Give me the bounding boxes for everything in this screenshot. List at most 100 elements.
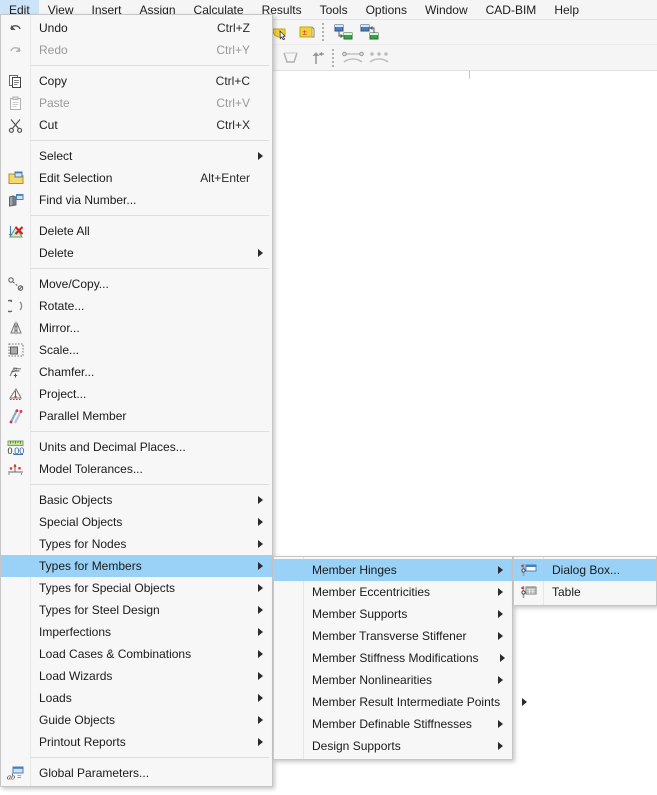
workspace-divider [469, 71, 470, 79]
menu-item-member-stiffness-modifications[interactable]: Member Stiffness Modifications [274, 647, 512, 669]
menu-item-table[interactable]: Table [514, 581, 656, 603]
edit-menu: Undo Ctrl+Z Redo Ctrl+Y Copy Ctrl+C Paste Ctrl+… [0, 14, 273, 787]
table-icon [514, 581, 543, 603]
menu-item-member-nonlinearities[interactable]: Member Nonlinearities [274, 669, 512, 691]
tolerances-icon [1, 458, 30, 480]
menu-item-label: Delete [39, 246, 74, 260]
menu-item-no-icon [1, 709, 30, 731]
menu-item-redo: Redo Ctrl+Y [1, 39, 272, 61]
menu-item-no-icon [1, 599, 30, 621]
submenu-arrow-icon [494, 720, 506, 728]
menu-item-special-objects[interactable]: Special Objects [1, 511, 272, 533]
menu-item-dialog-box[interactable]: Dialog Box... [514, 559, 656, 581]
menubar-item-tools[interactable]: Tools [311, 0, 357, 19]
menu-item-chamfer[interactable]: α Chamfer... [1, 361, 272, 383]
model-link-2-icon[interactable] [357, 21, 381, 43]
menu-item-shortcut: Ctrl+Y [216, 43, 250, 57]
menu-item-cut[interactable]: Cut Ctrl+X [1, 114, 272, 136]
menu-item-imperfections[interactable]: Imperfections [1, 621, 272, 643]
menu-item-types-for-special-objects[interactable]: Types for Special Objects [1, 577, 272, 599]
member-hinges-submenu: Dialog Box... Table [513, 556, 657, 606]
menu-item-project[interactable]: Project... [1, 383, 272, 405]
model-link-1-icon[interactable] [331, 21, 355, 43]
nodal-support-up-icon[interactable] [304, 47, 328, 69]
menu-item-rotate[interactable]: Rotate... [1, 295, 272, 317]
menu-item-units-and-decimal-places[interactable]: 0, 00 Units and Decimal Places... [1, 436, 272, 458]
submenu-arrow-icon [254, 672, 266, 680]
menu-item-label: Paste [39, 96, 70, 110]
menu-item-model-tolerances[interactable]: Model Tolerances... [1, 458, 272, 480]
menu-item-no-icon [1, 643, 30, 665]
menu-item-no-icon [1, 687, 30, 709]
menu-item-load-wizards[interactable]: Load Wizards [1, 665, 272, 687]
menu-item-types-for-steel-design[interactable]: Types for Steel Design [1, 599, 272, 621]
menu-item-label: Global Parameters... [39, 766, 150, 780]
line-hinge-icon[interactable] [278, 47, 302, 69]
submenu-arrow-icon [518, 698, 530, 706]
menu-item-label: Redo [39, 43, 68, 57]
menu-item-loads[interactable]: Loads [1, 687, 272, 709]
menubar-item-window[interactable]: Window [416, 0, 477, 19]
toolbar2-grip-5[interactable] [332, 48, 337, 67]
menubar-item-help[interactable]: Help [545, 0, 588, 19]
menu-item-no-icon [1, 577, 30, 599]
menu-item-shortcut: Ctrl+X [216, 118, 250, 132]
menu-item-member-transverse-stiffener[interactable]: Member Transverse Stiffener [274, 625, 512, 647]
menu-item-label: Scale... [39, 343, 80, 357]
menu-item-no-icon [274, 669, 303, 691]
submenu-arrow-icon [494, 742, 506, 750]
svg-text:ab: ab [7, 772, 15, 781]
member-divide-icon[interactable] [367, 47, 391, 69]
submenu-arrow-icon [254, 562, 266, 570]
menubar-item-options[interactable]: Options [357, 0, 416, 19]
menu-item-guide-objects[interactable]: Guide Objects [1, 709, 272, 731]
menu-item-move-copy[interactable]: Move/Copy... [1, 273, 272, 295]
menu-separator [31, 65, 269, 66]
submenu-arrow-icon [497, 654, 509, 662]
menu-item-types-for-nodes[interactable]: Types for Nodes [1, 533, 272, 555]
member-eccentricity-icon[interactable] [341, 47, 365, 69]
menu-item-select[interactable]: Select [1, 145, 272, 167]
units-icon: 0, 00 [1, 436, 30, 458]
menu-item-design-supports[interactable]: Design Supports [274, 735, 512, 757]
menu-item-label: Copy [39, 74, 68, 88]
menu-item-load-cases-combinations[interactable]: Load Cases & Combinations [1, 643, 272, 665]
menu-item-printout-reports[interactable]: Printout Reports [1, 731, 272, 753]
menu-item-types-for-members[interactable]: Types for Members [1, 555, 272, 577]
menu-item-delete[interactable]: Delete [1, 242, 272, 264]
submenu-arrow-icon [254, 628, 266, 636]
dialog-box-icon [514, 559, 543, 581]
toolbar-grip-3[interactable] [322, 22, 327, 41]
menu-item-label: Types for Special Objects [39, 581, 176, 595]
menu-item-label: Load Wizards [39, 669, 113, 683]
menu-item-member-definable-stiffnesses[interactable]: Member Definable Stiffnesses [274, 713, 512, 735]
menubar-item-cad-bim[interactable]: CAD-BIM [477, 0, 546, 19]
menu-item-member-supports[interactable]: Member Supports [274, 603, 512, 625]
paste-icon [1, 92, 30, 114]
menu-item-find-via-number[interactable]: Find via Number... [1, 189, 272, 211]
menu-item-member-eccentricities[interactable]: Member Eccentricities [274, 581, 512, 603]
menu-item-member-hinges[interactable]: Member Hinges [274, 559, 512, 581]
menu-item-parallel-member[interactable]: Parallel Member [1, 405, 272, 427]
menu-item-label: Member Eccentricities [312, 585, 431, 599]
menu-item-global-parameters[interactable]: ab = Global Parameters... [1, 762, 272, 784]
numbering-box-icon[interactable]: ± [294, 21, 318, 43]
menu-item-label: Move/Copy... [39, 277, 109, 291]
menu-item-label: Member Definable Stiffnesses [312, 717, 472, 731]
menu-item-scale[interactable]: Scale... [1, 339, 272, 361]
menu-item-label: Member Transverse Stiffener [312, 629, 467, 643]
menu-item-label: Special Objects [39, 515, 123, 529]
menu-item-paste: Paste Ctrl+V [1, 92, 272, 114]
menu-item-edit-selection[interactable]: Edit Selection Alt+Enter [1, 167, 272, 189]
menu-item-undo[interactable]: Undo Ctrl+Z [1, 17, 272, 39]
chamfer-icon: α [1, 361, 30, 383]
parallel-member-icon [1, 405, 30, 427]
menu-separator [31, 431, 269, 432]
types-for-members-submenu: Member Hinges Member Eccentricities Member… [273, 556, 527, 760]
menu-item-mirror[interactable]: Mirror... [1, 317, 272, 339]
menu-item-delete-all[interactable]: Delete All [1, 220, 272, 242]
menu-item-basic-objects[interactable]: Basic Objects [1, 489, 272, 511]
menu-item-member-result-intermediate-points[interactable]: Member Result Intermediate Points [274, 691, 527, 713]
menu-item-copy[interactable]: Copy Ctrl+C [1, 70, 272, 92]
menu-item-label: Model Tolerances... [39, 462, 143, 476]
